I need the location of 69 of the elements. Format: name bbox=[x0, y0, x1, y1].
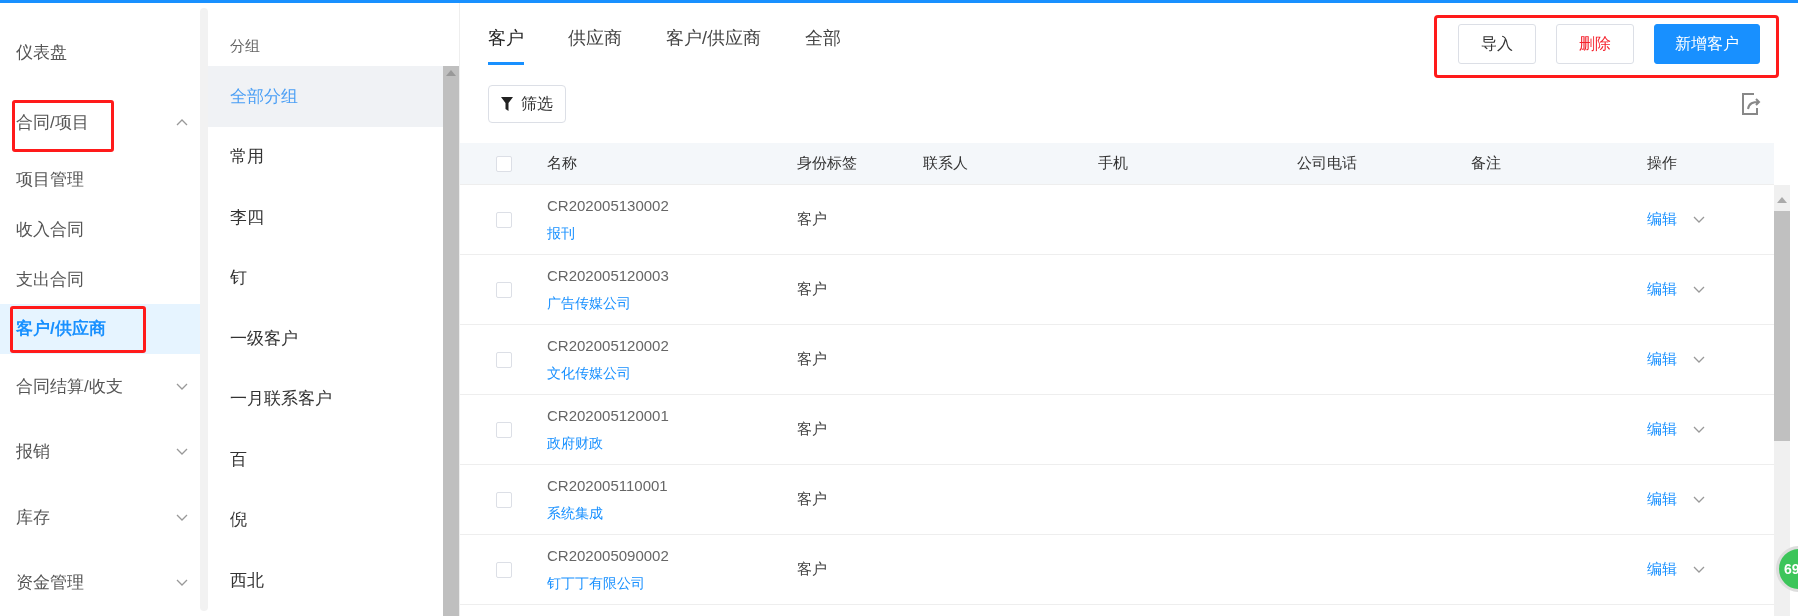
chevron-up-icon bbox=[176, 118, 188, 127]
tab[interactable]: 全部 bbox=[805, 25, 841, 65]
table-cell-text: CR202005120002 bbox=[547, 335, 670, 356]
sidebar-item[interactable]: 合同结算/收支 bbox=[0, 353, 200, 420]
tab[interactable]: 客户 bbox=[488, 25, 524, 65]
sidebar-item[interactable]: 资金管理 bbox=[0, 550, 200, 616]
group-item[interactable]: 李四 bbox=[208, 187, 443, 248]
scrollbar[interactable] bbox=[200, 8, 208, 611]
chevron-down-icon bbox=[176, 513, 188, 522]
chevron-down-icon bbox=[176, 579, 188, 588]
scroll-up-arrow-icon[interactable] bbox=[446, 70, 456, 76]
column-header: 备注 bbox=[1471, 154, 1501, 172]
tab[interactable]: 客户/供应商 bbox=[666, 25, 761, 65]
scrollbar[interactable] bbox=[443, 66, 459, 616]
sidebar-item[interactable]: 报销 bbox=[0, 419, 200, 485]
export-icon[interactable] bbox=[1739, 92, 1763, 116]
checkbox[interactable] bbox=[496, 211, 512, 228]
chevron-down-icon bbox=[176, 382, 188, 391]
table-cell-text: CR202005110001 bbox=[547, 475, 669, 496]
group-item[interactable]: 一月联系客户 bbox=[208, 368, 443, 429]
chevron-down-icon bbox=[1693, 215, 1705, 224]
group-item[interactable]: 钉 bbox=[208, 247, 443, 308]
column-header: 操作 bbox=[1647, 154, 1677, 172]
group-item[interactable]: 一级客户 bbox=[208, 308, 443, 369]
table-cell: 客户 bbox=[797, 280, 827, 298]
sidebar-item[interactable]: 库存 bbox=[0, 484, 200, 551]
column-header: 名称 bbox=[547, 154, 577, 172]
sidebar-subitem[interactable]: 支出合同 bbox=[0, 254, 200, 305]
column-header: 身份标签 bbox=[797, 154, 857, 172]
scrollbar-thumb[interactable] bbox=[1774, 211, 1790, 441]
sidebar-item[interactable]: 仪表盘 bbox=[0, 16, 200, 90]
table-cell-text: CR202005120003 bbox=[547, 265, 670, 286]
table-cell: 客户 bbox=[797, 350, 827, 368]
table-cell-text: CR202005090002 bbox=[547, 545, 670, 566]
group-item[interactable]: 西北 bbox=[208, 550, 443, 611]
table-cell: 客户 bbox=[797, 490, 827, 508]
table-cell: 客户 bbox=[797, 210, 827, 228]
filter-button[interactable]: 筛选 bbox=[488, 85, 566, 123]
tab[interactable]: 供应商 bbox=[568, 25, 622, 65]
checkbox[interactable] bbox=[496, 491, 512, 508]
chevron-down-icon bbox=[176, 448, 188, 457]
table-cell-text: CR202005120001 bbox=[547, 405, 670, 426]
group-item[interactable]: 百 bbox=[208, 429, 443, 490]
checkbox[interactable] bbox=[496, 155, 512, 172]
checkbox[interactable] bbox=[496, 281, 512, 298]
table-cell: 客户 bbox=[797, 560, 827, 578]
action-button[interactable]: 删除 bbox=[1556, 24, 1634, 64]
chevron-down-icon bbox=[1693, 285, 1705, 294]
chevron-down-icon bbox=[1693, 355, 1705, 364]
column-header: 联系人 bbox=[923, 154, 968, 172]
group-panel-title: 分组 bbox=[229, 36, 261, 56]
action-button[interactable]: 导入 bbox=[1458, 24, 1536, 64]
scroll-up-arrow-icon[interactable] bbox=[1777, 197, 1787, 203]
table-cell-text: CR202005130002 bbox=[547, 195, 670, 216]
group-item[interactable]: 常用 bbox=[208, 126, 443, 187]
filter-icon bbox=[501, 97, 513, 111]
checkbox[interactable] bbox=[496, 351, 512, 368]
column-header: 公司电话 bbox=[1297, 154, 1357, 172]
sidebar-item[interactable]: 合同/项目 bbox=[0, 89, 200, 156]
chevron-down-icon bbox=[1693, 425, 1705, 434]
table-cell: 客户 bbox=[797, 420, 827, 438]
group-item[interactable]: 倪 bbox=[208, 489, 443, 550]
column-header: 手机 bbox=[1098, 154, 1128, 172]
checkbox[interactable] bbox=[496, 561, 512, 578]
checkbox[interactable] bbox=[496, 421, 512, 438]
sidebar-subitem[interactable]: 收入合同 bbox=[0, 204, 200, 255]
chevron-down-icon bbox=[1693, 495, 1705, 504]
chevron-down-icon bbox=[1693, 565, 1705, 574]
sidebar-subitem[interactable]: 项目管理 bbox=[0, 155, 200, 205]
